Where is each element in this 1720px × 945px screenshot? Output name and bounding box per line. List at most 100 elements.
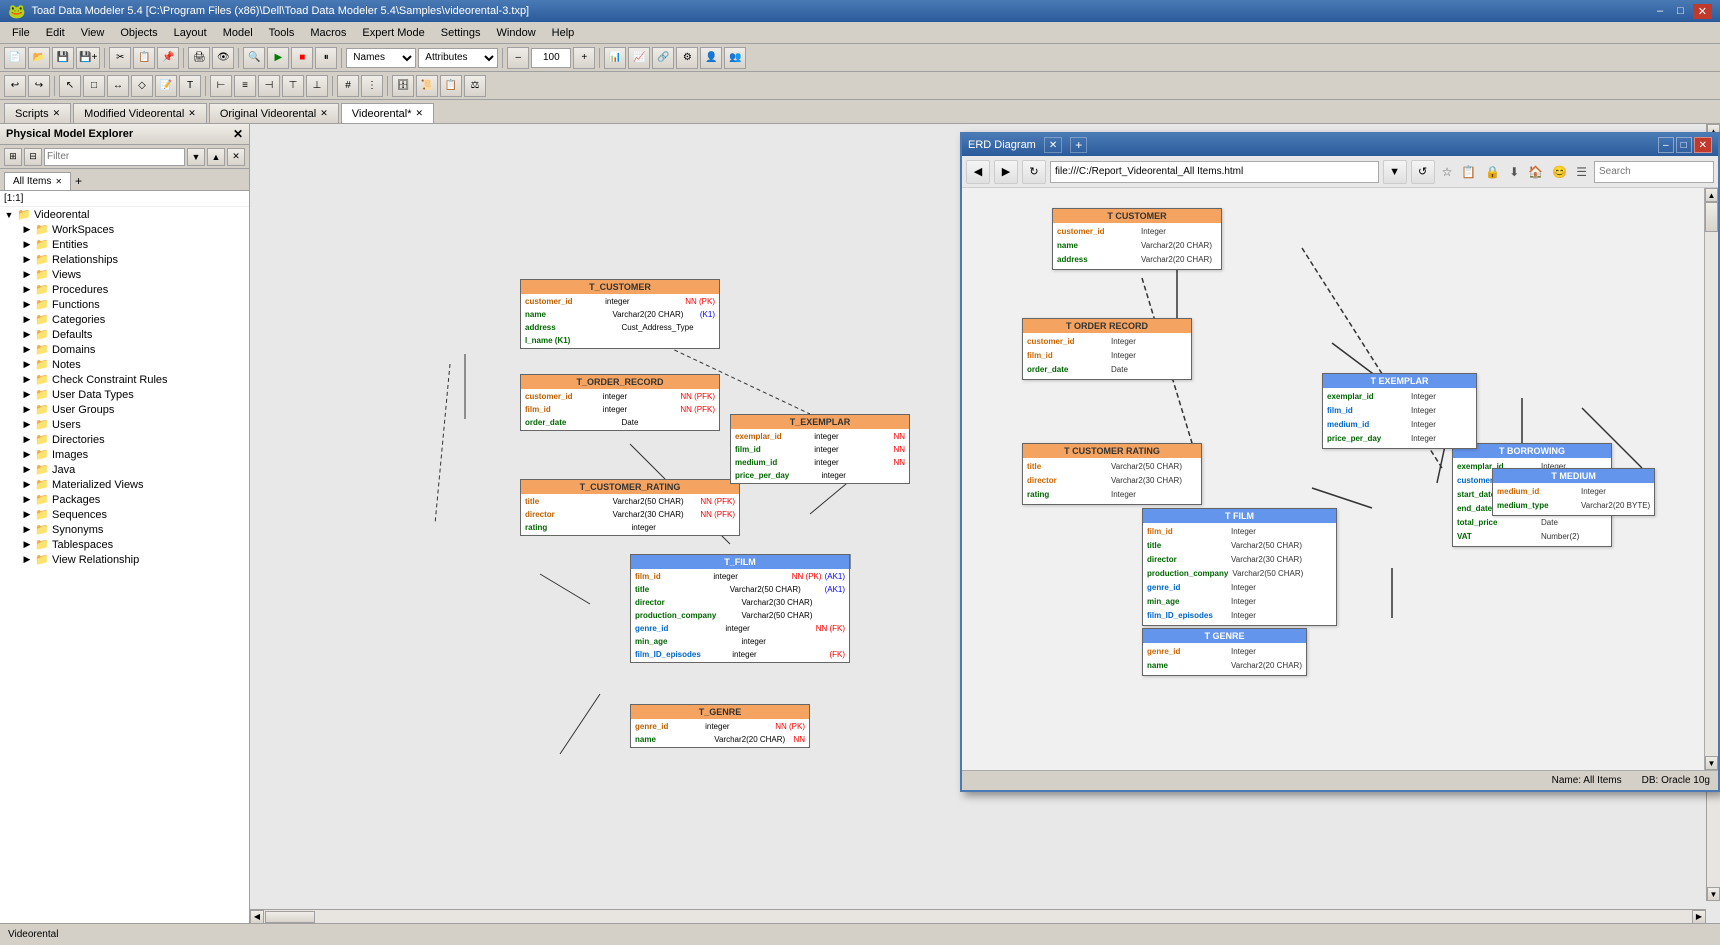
browser-table-t-exemplar[interactable]: T EXEMPLAR exemplar_idInteger film_idInt… (1322, 373, 1477, 449)
save-btn[interactable]: 💾 (52, 47, 74, 69)
user-data-types-toggle[interactable]: ▶ (20, 389, 34, 400)
user-groups-toggle[interactable]: ▶ (20, 404, 34, 415)
relationships-toggle[interactable]: ▶ (20, 254, 34, 265)
filter-up-btn[interactable]: ▲ (207, 148, 225, 166)
browser-table-t-film[interactable]: T FILM film_idInteger titleVarchar2(50 C… (1142, 508, 1337, 626)
tab-modified-videorental[interactable]: Modified Videorental ✕ (73, 103, 207, 123)
pointer-btn[interactable]: ↖ (59, 75, 81, 97)
tree-item-users[interactable]: ▶ 📁 Users (0, 417, 249, 432)
tool6[interactable]: 👥 (724, 47, 746, 69)
entity-btn[interactable]: □ (83, 75, 105, 97)
browser-table-t-genre[interactable]: T GENRE genre_idInteger nameVarchar2(20 … (1142, 628, 1307, 676)
preview-btn[interactable]: 👁 (212, 47, 234, 69)
tree-item-user-groups[interactable]: ▶ 📁 User Groups (0, 402, 249, 417)
table-t-exemplar[interactable]: T_EXEMPLAR exemplar_id integer NN film_i… (730, 414, 910, 484)
align-top-btn[interactable]: ⊤ (282, 75, 304, 97)
tab-videorental[interactable]: Videorental* ✕ (341, 103, 434, 123)
menu-help[interactable]: Help (544, 25, 583, 41)
tree-item-categories[interactable]: ▶ 📁 Categories (0, 312, 249, 327)
tab-modified-close[interactable]: ✕ (188, 108, 196, 119)
copy-btn[interactable]: 📋 (133, 47, 155, 69)
tree-item-views[interactable]: ▶ 📁 Views (0, 267, 249, 282)
browser-maximize-btn[interactable]: □ (1676, 137, 1692, 153)
menu-settings[interactable]: Settings (433, 25, 489, 41)
table-t-film[interactable]: T_FILM film_id integer NN (PK) (AK1) tit… (630, 554, 850, 663)
tool4[interactable]: ⚙ (676, 47, 698, 69)
tab-scripts-close[interactable]: ✕ (53, 108, 61, 119)
menu-window[interactable]: Window (489, 25, 544, 41)
browser-go-btn[interactable]: ▼ (1383, 160, 1407, 184)
images-toggle[interactable]: ▶ (20, 449, 34, 460)
browser-table-t-customer[interactable]: T CUSTOMER customer_idInteger nameVarcha… (1052, 208, 1222, 270)
undo-btn[interactable]: ↩ (4, 75, 26, 97)
align-right-btn[interactable]: ⊣ (258, 75, 280, 97)
filter-down-btn[interactable]: ▼ (187, 148, 205, 166)
tree-item-materialized-views[interactable]: ▶ 📁 Materialized Views (0, 477, 249, 492)
redo-btn[interactable]: ↪ (28, 75, 50, 97)
table-t-order-record[interactable]: T_ORDER_RECORD customer_id integer NN (P… (520, 374, 720, 431)
add-workspace-tab-btn[interactable]: + (71, 172, 86, 190)
menu-edit[interactable]: Edit (38, 25, 73, 41)
all-items-close[interactable]: ✕ (55, 177, 62, 186)
browser-shield-btn[interactable]: 🔒 (1482, 165, 1503, 179)
users-toggle[interactable]: ▶ (20, 419, 34, 430)
entities-toggle[interactable]: ▶ (20, 239, 34, 250)
save-all-btn[interactable]: 💾+ (76, 47, 100, 69)
tool2[interactable]: 📈 (628, 47, 650, 69)
tree-item-tablespaces[interactable]: ▶ 📁 Tablespaces (0, 537, 249, 552)
views-toggle[interactable]: ▶ (20, 269, 34, 280)
snap-btn[interactable]: ⋮ (361, 75, 383, 97)
tab-original-close[interactable]: ✕ (320, 108, 328, 119)
tree-item-relationships[interactable]: ▶ 📁 Relationships (0, 252, 249, 267)
tree-item-user-data-types[interactable]: ▶ 📁 User Data Types (0, 387, 249, 402)
browser-star-btn[interactable]: ☆ (1439, 165, 1456, 179)
browser-table-t-customer-rating[interactable]: T CUSTOMER RATING titleVarchar2(50 CHAR)… (1022, 443, 1202, 505)
stop-btn[interactable]: ■ (291, 47, 313, 69)
tab-scripts[interactable]: Scripts ✕ (4, 103, 71, 123)
tree-item-defaults[interactable]: ▶ 📁 Defaults (0, 327, 249, 342)
tree-item-procedures[interactable]: ▶ 📁 Procedures (0, 282, 249, 297)
menu-model[interactable]: Model (215, 25, 261, 41)
browser-forward-btn[interactable]: ▶ (994, 160, 1018, 184)
panel-close-btn[interactable]: ✕ (233, 127, 243, 141)
panel-expand-btn[interactable]: ⊟ (24, 148, 42, 166)
tree-item-directories[interactable]: ▶ 📁 Directories (0, 432, 249, 447)
java-toggle[interactable]: ▶ (20, 464, 34, 475)
tool1[interactable]: 📊 (604, 47, 626, 69)
browser-home-icon-btn[interactable]: 📋 (1458, 165, 1479, 179)
align-left-btn[interactable]: ⊢ (210, 75, 232, 97)
compare-btn[interactable]: ⚖ (464, 75, 486, 97)
browser-close-btn[interactable]: ✕ (1694, 137, 1712, 153)
tree-item-notes[interactable]: ▶ 📁 Notes (0, 357, 249, 372)
view-btn[interactable]: ◇ (131, 75, 153, 97)
table-t-genre[interactable]: T_GENRE genre_id integer NN (PK) name Va… (630, 704, 810, 748)
table-t-customer-rating[interactable]: T_CUSTOMER_RATING title Varchar2(50 CHAR… (520, 479, 740, 536)
zoom-input[interactable] (531, 48, 571, 68)
tool3[interactable]: 🔗 (652, 47, 674, 69)
tree-item-packages[interactable]: ▶ 📁 Packages (0, 492, 249, 507)
directories-toggle[interactable]: ▶ (20, 434, 34, 445)
browser-diagram-add[interactable]: + (1070, 137, 1087, 153)
tab-videorental-close[interactable]: ✕ (416, 108, 424, 119)
script-btn[interactable]: 📜 (416, 75, 438, 97)
tree-item-entities[interactable]: ▶ 📁 Entities (0, 237, 249, 252)
check-constraint-toggle[interactable]: ▶ (20, 374, 34, 385)
filter-input[interactable] (44, 148, 185, 166)
find-btn[interactable]: 🔍 (243, 47, 265, 69)
minimize-button[interactable]: – (1652, 4, 1668, 19)
run-btn[interactable]: ▶ (267, 47, 289, 69)
zoom-out-btn[interactable]: – (507, 47, 529, 69)
grid-btn[interactable]: # (337, 75, 359, 97)
tree-item-java[interactable]: ▶ 📁 Java (0, 462, 249, 477)
browser-download-btn[interactable]: ⬇ (1506, 165, 1522, 179)
browser-smiley-btn[interactable]: 😊 (1549, 165, 1570, 179)
tree-item-sequences[interactable]: ▶ 📁 Sequences (0, 507, 249, 522)
browser-back-btn[interactable]: ◀ (966, 160, 990, 184)
tree-item-check-constraint[interactable]: ▶ 📁 Check Constraint Rules (0, 372, 249, 387)
domains-toggle[interactable]: ▶ (20, 344, 34, 355)
align-bottom-btn[interactable]: ⊥ (306, 75, 328, 97)
report-btn[interactable]: 📋 (440, 75, 462, 97)
packages-toggle[interactable]: ▶ (20, 494, 34, 505)
tool5[interactable]: 👤 (700, 47, 722, 69)
browser-home-btn[interactable]: 🏠 (1525, 165, 1546, 179)
